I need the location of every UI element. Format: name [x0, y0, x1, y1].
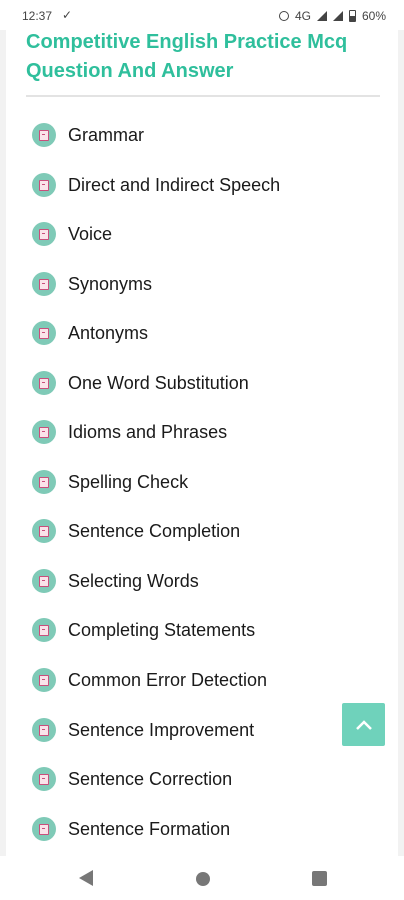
list-item-sentence-improvement[interactable]: Sentence Improvement — [32, 715, 362, 745]
book-icon — [32, 817, 56, 841]
recent-apps-icon[interactable] — [312, 871, 327, 886]
topic-label: Sentence Correction — [68, 768, 233, 789]
book-icon — [32, 767, 56, 791]
list-item-sentence-correction[interactable]: Sentence Correction — [32, 764, 362, 794]
book-icon — [32, 668, 56, 692]
signal-icon — [316, 11, 327, 21]
list-item-voice[interactable]: Voice — [32, 219, 362, 249]
topic-label: Sentence Completion — [68, 520, 241, 541]
book-icon — [32, 321, 56, 345]
list-item-grammar[interactable]: Grammar — [32, 120, 362, 150]
check-icon: ✓ — [62, 8, 73, 22]
network-label: 4G — [294, 9, 311, 23]
topic-label: Spelling Check — [68, 471, 189, 492]
book-icon — [32, 222, 56, 246]
back-icon[interactable] — [78, 869, 94, 887]
scroll-to-top-button[interactable] — [342, 703, 385, 746]
topic-label: Antonyms — [68, 322, 149, 343]
list-item-selecting-words[interactable]: Selecting Words — [32, 566, 362, 596]
content-card: Competitive English Practice Mcq Questio… — [6, 30, 398, 856]
book-icon — [32, 519, 56, 543]
signal-strength-icon — [332, 11, 343, 21]
topic-label: Sentence Formation — [68, 818, 231, 839]
battery-icon — [348, 10, 356, 22]
list-item-idioms-phrases[interactable]: Idioms and Phrases — [32, 417, 362, 447]
list-item-sentence-completion[interactable]: Sentence Completion — [32, 516, 362, 546]
book-icon — [32, 272, 56, 296]
title-divider — [26, 95, 380, 97]
list-item-common-error-detection[interactable]: Common Error Detection — [32, 665, 362, 695]
book-icon — [32, 420, 56, 444]
chevron-up-icon — [355, 719, 372, 730]
alarm-icon — [278, 11, 289, 21]
book-icon — [32, 123, 56, 147]
status-bar: 12:37 ✓ 4G 60% — [0, 0, 404, 30]
list-item-one-word-substitution[interactable]: One Word Substitution — [32, 368, 362, 398]
topic-label: Sentence Improvement — [68, 719, 255, 740]
topic-label: One Word Substitution — [68, 372, 249, 393]
topic-label: Completing Statements — [68, 619, 256, 640]
page-title: Competitive English Practice Mcq Questio… — [26, 31, 348, 82]
list-item-completing-statements[interactable]: Completing Statements — [32, 615, 362, 645]
status-time: 12:37 — [22, 9, 53, 23]
topic-label: Synonyms — [68, 273, 153, 294]
topic-label: Common Error Detection — [68, 669, 268, 690]
topic-label: Idioms and Phrases — [68, 421, 228, 442]
list-item-antonyms[interactable]: Antonyms — [32, 318, 362, 348]
topic-label: Selecting Words — [68, 570, 199, 591]
book-icon — [32, 371, 56, 395]
list-item-direct-indirect-speech[interactable]: Direct and Indirect Speech — [32, 170, 362, 200]
navigation-bar — [0, 856, 404, 900]
list-item-synonyms[interactable]: Synonyms — [32, 269, 362, 299]
home-icon[interactable] — [196, 872, 210, 886]
book-icon — [32, 618, 56, 642]
topic-label: Direct and Indirect Speech — [68, 174, 281, 195]
list-item-sentence-formation[interactable]: Sentence Formation — [32, 814, 362, 844]
book-icon — [32, 173, 56, 197]
battery-percent: 60% — [361, 9, 386, 23]
topic-label: Grammar — [68, 124, 144, 145]
list-item-spelling-check[interactable]: Spelling Check — [32, 467, 362, 497]
book-icon — [32, 718, 56, 742]
book-icon — [32, 569, 56, 593]
book-icon — [32, 470, 56, 494]
topic-label: Voice — [68, 223, 113, 244]
status-icons: 4G 60% — [278, 9, 386, 23]
